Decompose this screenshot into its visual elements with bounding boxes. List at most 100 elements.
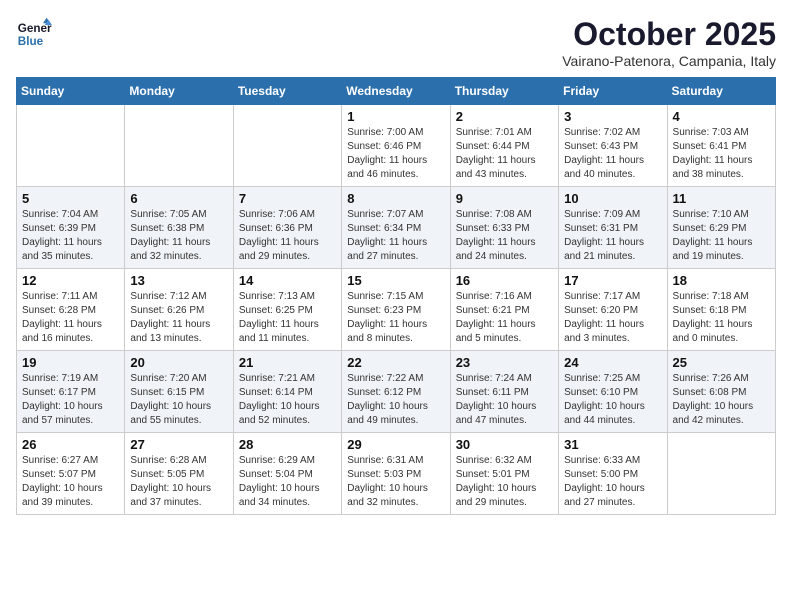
day-info: Sunrise: 7:05 AM Sunset: 6:38 PM Dayligh… (130, 208, 227, 264)
day-number: 5 (22, 191, 119, 206)
calendar-week-3: 12 Sunrise: 7:11 AM Sunset: 6:28 PM Dayli… (17, 269, 776, 351)
day-info: Sunrise: 7:10 AM Sunset: 6:29 PM Dayligh… (673, 208, 770, 264)
calendar-cell: 22 Sunrise: 7:22 AM Sunset: 6:12 PM Dayli… (342, 351, 450, 433)
day-info: Sunrise: 7:19 AM Sunset: 6:17 PM Dayligh… (22, 372, 119, 428)
calendar-cell: 10 Sunrise: 7:09 AM Sunset: 6:31 PM Dayli… (559, 187, 667, 269)
calendar-cell: 4Sunrise: 7:03 AM Sunset: 6:41 PM Daylig… (667, 105, 775, 187)
day-number: 9 (456, 191, 553, 206)
calendar-cell (233, 105, 341, 187)
day-number: 3 (564, 109, 661, 124)
weekday-header-saturday: Saturday (667, 78, 775, 105)
day-info: Sunrise: 6:27 AM Sunset: 5:07 PM Dayligh… (22, 454, 119, 510)
logo-icon: General Blue (16, 16, 52, 52)
weekday-header-wednesday: Wednesday (342, 78, 450, 105)
day-number: 18 (673, 273, 770, 288)
calendar-cell: 15 Sunrise: 7:15 AM Sunset: 6:23 PM Dayli… (342, 269, 450, 351)
day-info: Sunrise: 7:09 AM Sunset: 6:31 PM Dayligh… (564, 208, 661, 264)
calendar-cell: 8 Sunrise: 7:07 AM Sunset: 6:34 PM Daylig… (342, 187, 450, 269)
title-area: October 2025 Vairano-Patenora, Campania,… (562, 16, 776, 69)
day-number: 4 (673, 109, 770, 124)
day-number: 2 (456, 109, 553, 124)
calendar-cell: 31Sunrise: 6:33 AM Sunset: 5:00 PM Dayli… (559, 433, 667, 515)
day-number: 23 (456, 355, 553, 370)
day-number: 6 (130, 191, 227, 206)
day-info: Sunrise: 7:01 AM Sunset: 6:44 PM Dayligh… (456, 126, 553, 182)
day-info: Sunrise: 7:11 AM Sunset: 6:28 PM Dayligh… (22, 290, 119, 346)
day-info: Sunrise: 7:08 AM Sunset: 6:33 PM Dayligh… (456, 208, 553, 264)
day-info: Sunrise: 7:07 AM Sunset: 6:34 PM Dayligh… (347, 208, 444, 264)
day-info: Sunrise: 7:17 AM Sunset: 6:20 PM Dayligh… (564, 290, 661, 346)
svg-text:Blue: Blue (18, 35, 44, 48)
day-info: Sunrise: 7:12 AM Sunset: 6:26 PM Dayligh… (130, 290, 227, 346)
calendar-cell: 21 Sunrise: 7:21 AM Sunset: 6:14 PM Dayli… (233, 351, 341, 433)
location-subtitle: Vairano-Patenora, Campania, Italy (562, 53, 776, 69)
day-info: Sunrise: 7:15 AM Sunset: 6:23 PM Dayligh… (347, 290, 444, 346)
day-info: Sunrise: 7:24 AM Sunset: 6:11 PM Dayligh… (456, 372, 553, 428)
day-number: 28 (239, 437, 336, 452)
day-number: 7 (239, 191, 336, 206)
calendar-cell: 27Sunrise: 6:28 AM Sunset: 5:05 PM Dayli… (125, 433, 233, 515)
day-info: Sunrise: 7:21 AM Sunset: 6:14 PM Dayligh… (239, 372, 336, 428)
calendar-cell: 16 Sunrise: 7:16 AM Sunset: 6:21 PM Dayli… (450, 269, 558, 351)
day-info: Sunrise: 7:16 AM Sunset: 6:21 PM Dayligh… (456, 290, 553, 346)
calendar-cell: 7 Sunrise: 7:06 AM Sunset: 6:36 PM Daylig… (233, 187, 341, 269)
calendar-cell: 3 Sunrise: 7:02 AM Sunset: 6:43 PM Daylig… (559, 105, 667, 187)
day-info: Sunrise: 7:06 AM Sunset: 6:36 PM Dayligh… (239, 208, 336, 264)
day-number: 12 (22, 273, 119, 288)
calendar-cell: 2 Sunrise: 7:01 AM Sunset: 6:44 PM Daylig… (450, 105, 558, 187)
calendar-cell (125, 105, 233, 187)
day-number: 8 (347, 191, 444, 206)
calendar-cell: 23 Sunrise: 7:24 AM Sunset: 6:11 PM Dayli… (450, 351, 558, 433)
calendar-week-1: 1 Sunrise: 7:00 AM Sunset: 6:46 PM Daylig… (17, 105, 776, 187)
day-number: 15 (347, 273, 444, 288)
calendar-cell (667, 433, 775, 515)
calendar-cell: 13Sunrise: 7:12 AM Sunset: 6:26 PM Dayli… (125, 269, 233, 351)
month-title: October 2025 (562, 16, 776, 53)
day-number: 16 (456, 273, 553, 288)
calendar-cell: 25Sunrise: 7:26 AM Sunset: 6:08 PM Dayli… (667, 351, 775, 433)
day-number: 17 (564, 273, 661, 288)
weekday-header-row: SundayMondayTuesdayWednesdayThursdayFrid… (17, 78, 776, 105)
day-number: 30 (456, 437, 553, 452)
calendar-cell: 5 Sunrise: 7:04 AM Sunset: 6:39 PM Daylig… (17, 187, 125, 269)
day-info: Sunrise: 6:32 AM Sunset: 5:01 PM Dayligh… (456, 454, 553, 510)
weekday-header-sunday: Sunday (17, 78, 125, 105)
day-number: 1 (347, 109, 444, 124)
day-info: Sunrise: 7:02 AM Sunset: 6:43 PM Dayligh… (564, 126, 661, 182)
day-number: 19 (22, 355, 119, 370)
calendar-cell: 30 Sunrise: 6:32 AM Sunset: 5:01 PM Dayli… (450, 433, 558, 515)
day-info: Sunrise: 6:28 AM Sunset: 5:05 PM Dayligh… (130, 454, 227, 510)
weekday-header-monday: Monday (125, 78, 233, 105)
day-number: 22 (347, 355, 444, 370)
day-info: Sunrise: 7:18 AM Sunset: 6:18 PM Dayligh… (673, 290, 770, 346)
day-number: 14 (239, 273, 336, 288)
calendar-cell: 17 Sunrise: 7:17 AM Sunset: 6:20 PM Dayli… (559, 269, 667, 351)
day-number: 10 (564, 191, 661, 206)
day-info: Sunrise: 7:04 AM Sunset: 6:39 PM Dayligh… (22, 208, 119, 264)
calendar-cell: 11 Sunrise: 7:10 AM Sunset: 6:29 PM Dayli… (667, 187, 775, 269)
calendar-cell (17, 105, 125, 187)
calendar-cell: 14 Sunrise: 7:13 AM Sunset: 6:25 PM Dayli… (233, 269, 341, 351)
calendar-cell: 1 Sunrise: 7:00 AM Sunset: 6:46 PM Daylig… (342, 105, 450, 187)
logo: General Blue (16, 16, 52, 52)
calendar-week-4: 19 Sunrise: 7:19 AM Sunset: 6:17 PM Dayli… (17, 351, 776, 433)
calendar-table: SundayMondayTuesdayWednesdayThursdayFrid… (16, 77, 776, 515)
calendar-cell: 12 Sunrise: 7:11 AM Sunset: 6:28 PM Dayli… (17, 269, 125, 351)
calendar-cell: 9 Sunrise: 7:08 AM Sunset: 6:33 PM Daylig… (450, 187, 558, 269)
day-info: Sunrise: 6:33 AM Sunset: 5:00 PM Dayligh… (564, 454, 661, 510)
weekday-header-friday: Friday (559, 78, 667, 105)
day-number: 11 (673, 191, 770, 206)
day-info: Sunrise: 7:00 AM Sunset: 6:46 PM Dayligh… (347, 126, 444, 182)
day-number: 21 (239, 355, 336, 370)
calendar-cell: 24Sunrise: 7:25 AM Sunset: 6:10 PM Dayli… (559, 351, 667, 433)
calendar-cell: 20Sunrise: 7:20 AM Sunset: 6:15 PM Dayli… (125, 351, 233, 433)
day-number: 25 (673, 355, 770, 370)
day-info: Sunrise: 7:13 AM Sunset: 6:25 PM Dayligh… (239, 290, 336, 346)
calendar-week-5: 26Sunrise: 6:27 AM Sunset: 5:07 PM Dayli… (17, 433, 776, 515)
day-info: Sunrise: 6:31 AM Sunset: 5:03 PM Dayligh… (347, 454, 444, 510)
header: General Blue October 2025 Vairano-Pateno… (16, 16, 776, 69)
day-info: Sunrise: 7:22 AM Sunset: 6:12 PM Dayligh… (347, 372, 444, 428)
calendar-cell: 19 Sunrise: 7:19 AM Sunset: 6:17 PM Dayli… (17, 351, 125, 433)
calendar-cell: 28Sunrise: 6:29 AM Sunset: 5:04 PM Dayli… (233, 433, 341, 515)
weekday-header-tuesday: Tuesday (233, 78, 341, 105)
